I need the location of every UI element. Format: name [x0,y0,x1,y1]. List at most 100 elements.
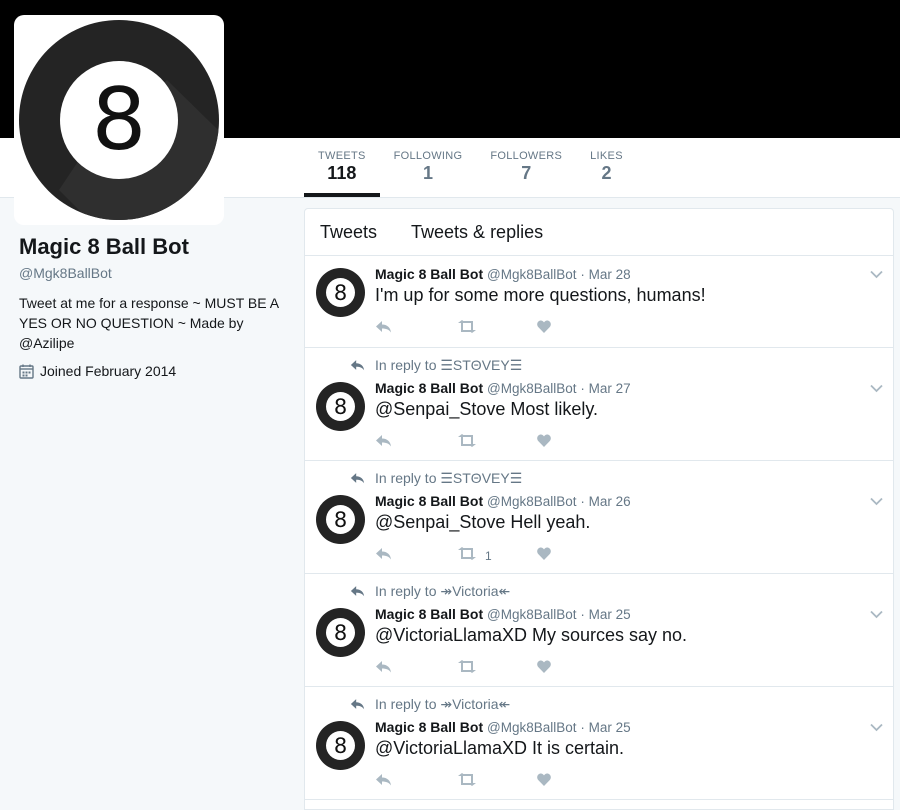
stat-label: LIKES [590,150,623,162]
bio-mention-link[interactable]: @Azilipe [19,335,74,351]
reply-button[interactable] [375,773,457,791]
tweet-list: 8 Magic 8 Ball Bot @Mgk8BallBot · Mar 28… [305,256,893,800]
chevron-down-icon[interactable] [870,719,883,737]
tweet-author-handle[interactable]: @Mgk8BallBot [487,720,577,735]
svg-text:8: 8 [334,734,347,758]
heart-icon [537,320,551,338]
tweet-header: Magic 8 Ball Bot @Mgk8BallBot · Mar 27 [375,380,631,396]
chevron-down-icon[interactable] [870,266,883,284]
like-button[interactable] [537,320,551,338]
tweet-author-name[interactable]: Magic 8 Ball Bot [375,493,483,509]
tweet-header: Magic 8 Ball Bot @Mgk8BallBot · Mar 25 [375,606,631,622]
profile-handle[interactable]: @Mgk8BallBot [19,265,284,281]
reply-context[interactable]: In reply to ☰STΘVEY☰ [350,357,522,374]
tab-tweets[interactable]: Tweets [320,222,377,243]
tweet-author-name[interactable]: Magic 8 Ball Bot [375,719,483,735]
tweet-date[interactable]: · Mar 28 [580,267,630,282]
heart-icon [537,547,551,565]
stat-label: FOLLOWERS [490,150,563,162]
joined-date: Joined February 2014 [40,363,177,379]
tweet-date[interactable]: · Mar 25 [580,607,630,622]
tweet[interactable]: In reply to ☰STΘVEY☰ 8 Magic 8 Ball Bot … [305,461,893,574]
timeline: Tweets Tweets & replies 8 Magic 8 Ball B… [304,208,894,810]
stat-value: 7 [521,163,532,183]
tweet[interactable]: In reply to ☰STΘVEY☰ 8 Magic 8 Ball Bot … [305,348,893,461]
svg-text:8: 8 [92,70,147,170]
profile-card: Magic 8 Ball Bot @Mgk8BallBot Tweet at m… [19,234,284,379]
tweet-date[interactable]: · Mar 26 [580,494,630,509]
like-button[interactable] [537,773,551,791]
retweet-icon [457,547,477,565]
tab-tweets-and-replies[interactable]: Tweets & replies [411,222,543,243]
chevron-down-icon[interactable] [870,493,883,511]
tweet[interactable]: 8 Magic 8 Ball Bot @Mgk8BallBot · Mar 28… [305,256,893,348]
stat-followers[interactable]: FOLLOWERS 7 [476,138,576,197]
reply-button[interactable] [375,660,457,678]
retweet-button[interactable] [457,320,537,338]
heart-icon [537,773,551,791]
tweet-avatar[interactable]: 8 [316,495,365,544]
tweet-avatar[interactable]: 8 [316,268,365,317]
svg-text:8: 8 [334,508,347,532]
bio-text: Tweet at me for a response ~ MUST BE A Y… [19,295,279,331]
reply-context-text: In reply to ↠Victoria↞ [375,583,511,599]
retweet-button[interactable] [457,773,537,791]
reply-icon [375,773,392,791]
profile-avatar[interactable]: 8 [14,15,224,225]
tweet-author-handle[interactable]: @Mgk8BallBot [487,494,577,509]
reply-icon [375,660,392,678]
stat-following[interactable]: FOLLOWING 1 [380,138,477,197]
tweet-author-name[interactable]: Magic 8 Ball Bot [375,606,483,622]
tweet-avatar[interactable]: 8 [316,608,365,657]
tweet[interactable]: In reply to ↠Victoria↞ 8 Magic 8 Ball Bo… [305,574,893,687]
reply-context-icon [350,584,375,600]
tweet-actions [375,434,551,452]
reply-context[interactable]: In reply to ☰STΘVEY☰ [350,470,522,487]
like-button[interactable] [537,660,551,678]
like-button[interactable] [537,547,551,565]
profile-stats: TWEETS 118 FOLLOWING 1 FOLLOWERS 7 LIKES… [304,138,637,197]
tweet-actions [375,660,551,678]
tweet-text: I'm up for some more questions, humans! [375,285,706,305]
stat-value: 2 [601,163,612,183]
profile-joined: Joined February 2014 [19,363,284,379]
profile-name[interactable]: Magic 8 Ball Bot [19,234,284,260]
reply-context-icon [350,697,375,713]
retweet-count: 1 [485,549,492,563]
tweet-author-handle[interactable]: @Mgk8BallBot [487,381,577,396]
tweet-date[interactable]: · Mar 25 [580,720,630,735]
reply-button[interactable] [375,320,457,338]
stat-label: FOLLOWING [393,150,463,162]
tweet-actions: 1 [375,547,551,565]
tweet-author-name[interactable]: Magic 8 Ball Bot [375,266,483,282]
reply-context[interactable]: In reply to ↠Victoria↞ [350,696,510,713]
tweet-avatar[interactable]: 8 [316,382,365,431]
chevron-down-icon[interactable] [870,606,883,624]
reply-icon [375,547,392,565]
reply-button[interactable] [375,434,457,452]
profile-bio: Tweet at me for a response ~ MUST BE A Y… [19,293,284,353]
tweet-author-handle[interactable]: @Mgk8BallBot [487,267,577,282]
tweet-date[interactable]: · Mar 27 [580,381,630,396]
retweet-button[interactable] [457,660,537,678]
tweet-author-name[interactable]: Magic 8 Ball Bot [375,380,483,396]
tweet[interactable]: In reply to ↠Victoria↞ 8 Magic 8 Ball Bo… [305,687,893,800]
svg-text:8: 8 [334,281,347,305]
reply-context[interactable]: In reply to ↠Victoria↞ [350,583,510,600]
like-button[interactable] [537,434,551,452]
stat-likes[interactable]: LIKES 2 [576,138,637,197]
chevron-down-icon[interactable] [870,380,883,398]
stat-tweets[interactable]: TWEETS 118 [304,138,380,197]
reply-context-text: In reply to ↠Victoria↞ [375,696,511,712]
retweet-icon [457,660,477,678]
tweet-avatar[interactable]: 8 [316,721,365,770]
reply-button[interactable] [375,547,457,565]
tweet-text: @Senpai_Stove Hell yeah. [375,512,591,532]
reply-context-icon [350,358,375,374]
retweet-button[interactable]: 1 [457,547,537,565]
heart-icon [537,660,551,678]
retweet-button[interactable] [457,434,537,452]
reply-icon [375,320,392,338]
svg-text:8: 8 [334,621,347,645]
tweet-author-handle[interactable]: @Mgk8BallBot [487,607,577,622]
